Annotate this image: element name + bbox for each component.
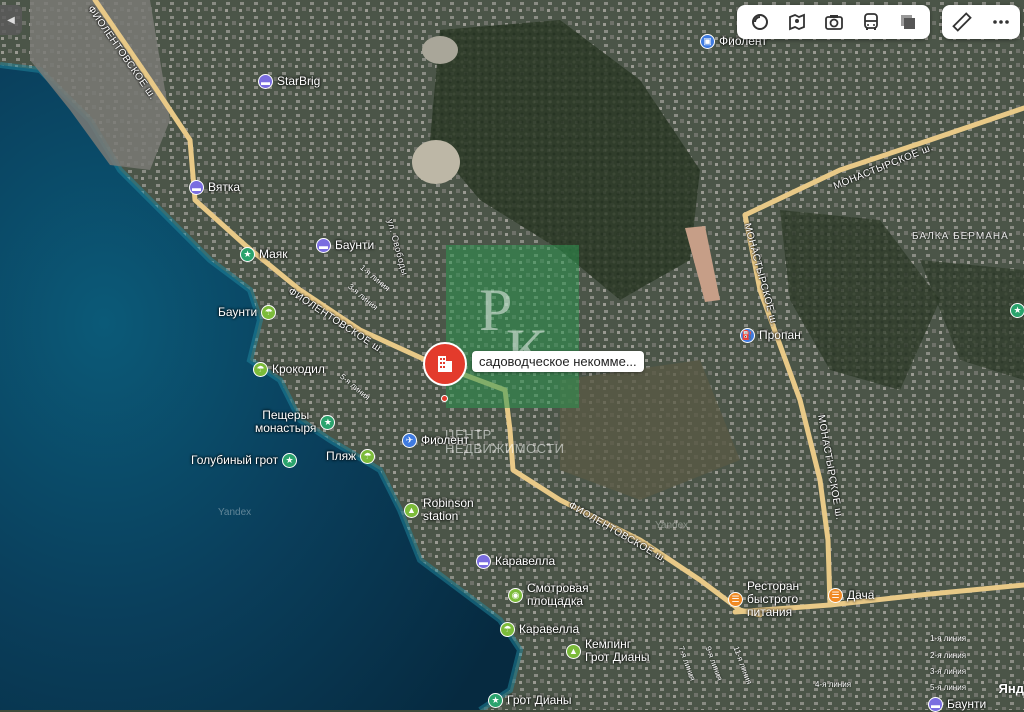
chevron-left-icon: ◀ [7,14,15,26]
food-icon: ☰ [728,592,743,607]
line-label: 5-я линия [930,683,967,692]
line-label: 2-я линия [930,651,967,660]
area-label-balka: БАЛКА БЕРМАНА [912,231,1009,242]
poi-dacha[interactable]: ☰ Дача [828,588,874,603]
poi-baunti-1[interactable]: ▬ Баунти [316,238,374,253]
map-type-button[interactable] [895,9,921,35]
poi-fiolent-mid[interactable]: ✈ Фиолент [402,433,469,448]
panorama-icon [788,13,805,31]
camp-icon: ▲ [566,643,581,659]
yandex-watermark: Yandex [218,507,252,518]
viewpoint-icon: ◉ [508,587,523,603]
layers-icon [751,14,768,30]
more-button[interactable] [988,9,1014,35]
beach-icon: ☂ [500,622,515,637]
agency-watermark: Р К [446,245,579,408]
beach-icon: ☂ [261,305,277,320]
hotel-icon: ▬ [316,238,331,253]
line-label: 3-я линия [930,667,967,676]
collapse-panel-button[interactable]: ◀ [0,5,22,35]
poi-grot-diany[interactable]: ★ Грот Дианы [488,693,572,708]
layers-button[interactable] [747,9,773,35]
poi-vyatka[interactable]: ▬ Вятка [189,180,240,195]
poi-smotrovaya[interactable]: ◉ Смотровая площадка [508,582,589,608]
transit-button[interactable] [858,9,884,35]
poi-robinson[interactable]: ▲ Robinson station [404,497,474,523]
selected-place-marker[interactable] [423,342,467,386]
more-icon [992,20,1009,24]
yandex-watermark: Yandex [655,520,689,531]
star-icon: ★ [1010,303,1024,318]
line-label: 1-я линия [930,634,967,643]
shop-icon: ▣ [700,34,715,49]
panorama-button[interactable] [784,9,810,35]
poi-golubiny[interactable]: ★ Голубиный грот [191,453,298,468]
travel-icon: ✈ [402,433,417,448]
hotel-icon: ▬ [476,554,491,569]
poi-krokodil[interactable]: ☂ Крокодил [253,362,325,377]
stack-icon [900,15,915,29]
svg-text:К: К [506,317,547,383]
poi-edge-star[interactable]: ★ [1010,303,1024,318]
line-label: 4-я линия [815,680,852,689]
star-icon: ★ [320,414,336,430]
selected-place-label[interactable]: садоводческое некомме... [472,351,644,372]
poi-kemping[interactable]: ▲ Кемпинг Грот Дианы [566,638,650,664]
camp-icon: ▲ [404,502,419,518]
beach-icon: ☂ [360,449,376,464]
star-icon: ★ [488,693,503,708]
poi-plyazh[interactable]: ☂ Пляж [326,449,376,464]
poi-mayak[interactable]: ★ Маяк [240,247,288,262]
photo-button[interactable] [821,9,847,35]
camera-icon [824,15,843,30]
yandex-copyright[interactable]: Янд [999,681,1024,696]
map-tools [942,5,1020,39]
building-icon [438,356,452,372]
fuel-icon: ⛽ [740,328,755,343]
transit-icon [863,13,878,30]
beach-icon: ☂ [253,362,268,377]
hotel-icon: ▬ [258,74,273,89]
poi-starbrig[interactable]: ▬ StarBrig [258,74,320,89]
star-icon: ★ [282,453,298,468]
agency-logo-icon: Р К [479,277,547,383]
ruler-button[interactable] [949,9,975,35]
hotel-icon: ▬ [189,180,204,195]
poi-propan[interactable]: ⛽ Пропан [740,328,801,343]
ruler-icon [951,12,972,32]
poi-restoran[interactable]: ☰ Ресторан быстрого питания [728,580,799,619]
poi-peshchery[interactable]: ★ Пещеры монастыря [255,409,336,435]
poi-baunti-2[interactable]: ☂ Баунти [218,305,277,320]
poi-karavella-1[interactable]: ▬ Каравелла [476,554,555,569]
food-icon: ☰ [828,588,843,603]
star-icon: ★ [240,247,255,262]
poi-karavella-2[interactable]: ☂ Каравелла [500,622,579,637]
location-point [441,395,448,402]
map-toolbar [737,5,930,39]
